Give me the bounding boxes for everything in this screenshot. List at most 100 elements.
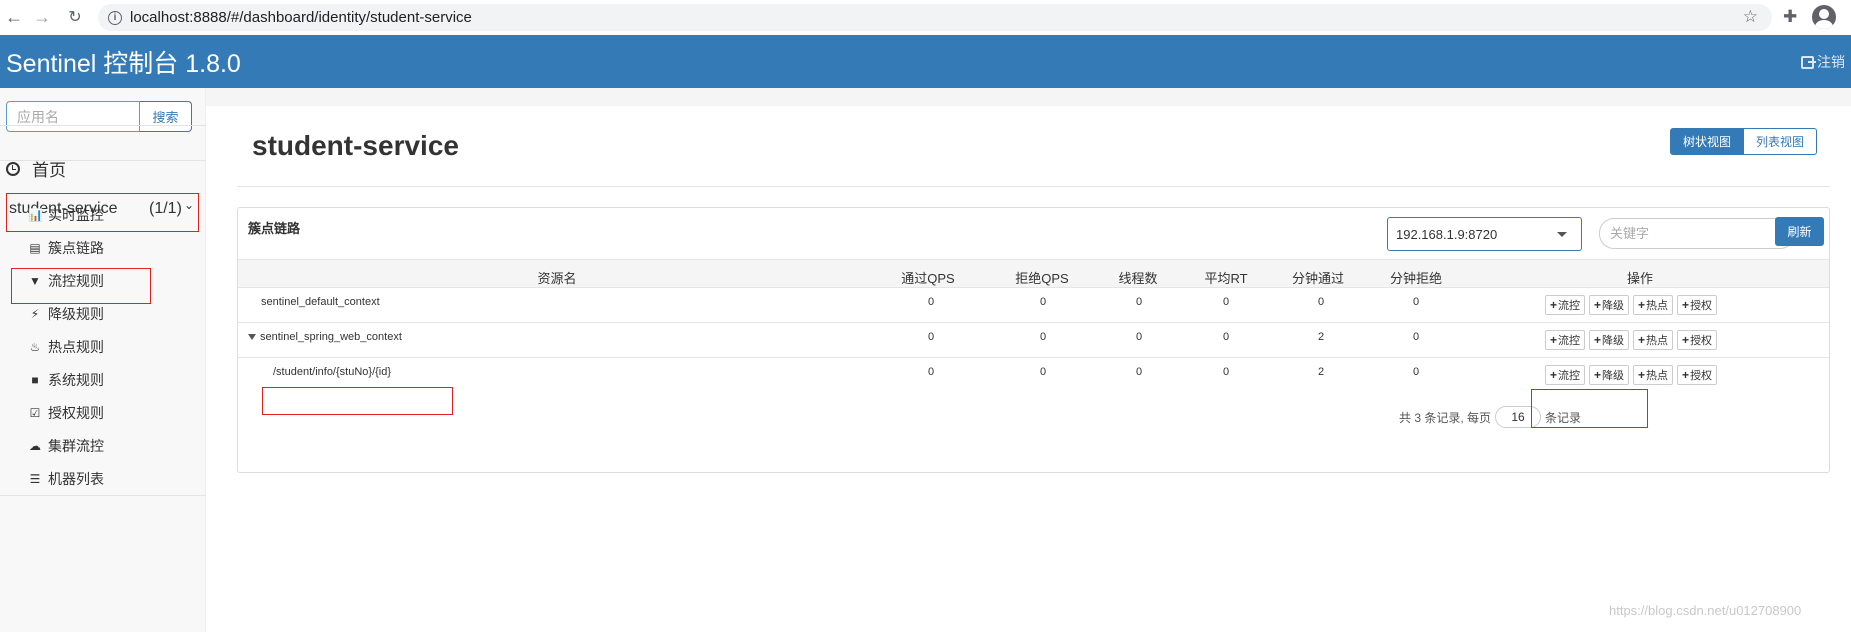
fire-icon: ♨ [29,340,41,354]
pager-prefix: 共 3 条记录, 每页 [1399,410,1492,425]
machine-value: 192.168.1.9:8720 [1396,226,1498,242]
add-hot-param-rule-button[interactable]: + 热点 [1633,365,1674,385]
add-flow-rule-button[interactable]: + 流控 [1545,365,1586,385]
row-actions: + 流控 + 降级 + 热点 + 授权 [1545,365,1718,385]
sidebar-item-system-rules[interactable]: ■ 系统规则 [28,370,104,390]
add-authority-rule-button[interactable]: + 授权 [1677,295,1718,315]
logout-link[interactable]: 注销 [1801,52,1845,72]
block-qps: 0 [1039,296,1047,308]
extensions-icon[interactable]: ✚ [1783,7,1797,27]
cloud-icon: ☁ [29,439,41,453]
info-icon[interactable]: i [108,10,122,25]
op-label: 流控 [1558,300,1581,312]
refresh-button[interactable]: 刷新 [1775,217,1824,246]
search-button[interactable]: 搜索 [140,101,192,132]
th-list-icon: ☰ [29,472,41,486]
op-label: 流控 [1558,370,1581,382]
sidebar-item-hot-param-rules[interactable]: ♨ 热点规则 [28,337,104,357]
menu-label: 簇点链路 [48,240,104,256]
add-authority-rule-button[interactable]: + 授权 [1677,365,1718,385]
sidebar-item-authority-rules[interactable]: ☑ 授权规则 [28,403,104,423]
highlight-box [6,193,199,232]
sidebar-item-machine-list[interactable]: ☰ 机器列表 [28,469,104,489]
minute-block: 0 [1412,296,1420,308]
view-toggle: 树状视图 列表视图 [1670,128,1818,155]
app-title[interactable]: Sentinel 控制台 1.8.0 [6,44,241,80]
panel-title: 簇点链路 [248,221,301,236]
browser-toolbar: ← → ↻ i localhost:8888/#/dashboard/ident… [0,0,1851,35]
minute-block: 0 [1412,366,1420,378]
keyword-input[interactable] [1599,218,1795,249]
minute-pass: 2 [1317,331,1325,343]
row-actions: + 流控 + 降级 + 热点 + 授权 [1545,295,1718,315]
sidebar-item-cluster-point-link[interactable]: ▤ 簇点链路 [28,238,104,258]
back-icon[interactable]: ← [2,5,26,29]
profile-avatar-icon[interactable] [1812,5,1836,29]
plus-icon: + [1682,368,1690,382]
table-header: 资源名 通过QPS 拒绝QPS 线程数 平均RT 分钟通过 分钟拒绝 操作 [238,259,1829,288]
divider [0,160,206,161]
plus-icon: + [1550,368,1558,382]
add-flow-rule-button[interactable]: + 流控 [1545,330,1586,350]
url-text[interactable]: localhost:8888/#/dashboard/identity/stud… [130,9,472,26]
add-authority-rule-button[interactable]: + 授权 [1677,330,1718,350]
divider [237,186,1830,187]
menu-label: 系统规则 [48,372,104,388]
reload-icon[interactable]: ↻ [63,5,87,29]
highlight-box [1531,389,1648,428]
avg-rt: 0 [1222,331,1230,343]
pass-qps: 0 [927,296,935,308]
list-view-button[interactable]: 列表视图 [1744,128,1818,155]
cluster-link-panel: 簇点链路 192.168.1.9:8720 刷新 资源名 通过QPS 拒绝QPS… [237,207,1830,473]
menu-label: 机器列表 [48,471,104,487]
op-label: 降级 [1602,370,1625,382]
block-qps: 0 [1039,366,1047,378]
thread-count: 0 [1135,296,1143,308]
resource-name-expandable[interactable]: sentinel_spring_web_context [248,331,402,343]
add-degrade-rule-button[interactable]: + 降级 [1589,295,1630,315]
resource-name: /student/info/{stuNo}/{id} [273,366,392,378]
pass-qps: 0 [927,366,935,378]
thread-count: 0 [1135,366,1143,378]
add-flow-rule-button[interactable]: + 流控 [1545,295,1586,315]
add-hot-param-rule-button[interactable]: + 热点 [1633,295,1674,315]
app-search-input[interactable] [6,101,140,132]
top-band [206,88,1851,106]
column-header: 拒绝QPS [1015,271,1069,286]
plus-icon: + [1594,298,1602,312]
column-header: 通过QPS [901,271,955,286]
plus-icon: + [1594,368,1602,382]
expand-triangle-icon[interactable] [248,334,256,340]
op-label: 流控 [1558,335,1581,347]
column-header: 平均RT [1204,271,1248,286]
plus-icon: + [1550,333,1558,347]
plus-icon: + [1682,333,1690,347]
forward-icon[interactable]: → [30,5,54,29]
add-degrade-rule-button[interactable]: + 降级 [1589,330,1630,350]
list-icon: ▤ [29,241,41,255]
machine-select[interactable]: 192.168.1.9:8720 [1387,217,1582,251]
sidebar-item-cluster-flow[interactable]: ☁ 集群流控 [28,436,104,456]
main-content: student-service 树状视图 列表视图 簇点链路 192.168.1… [206,88,1851,632]
flash-icon: ⚡ [30,307,40,321]
avg-rt: 0 [1222,366,1230,378]
app-header: Sentinel 控制台 1.8.0 注销 [0,35,1851,88]
op-label: 授权 [1690,335,1713,347]
tree-view-button[interactable]: 树状视图 [1670,128,1745,155]
address-bar[interactable]: i localhost:8888/#/dashboard/identity/st… [98,4,1772,31]
plus-icon: + [1638,298,1646,312]
bookmark-star-icon[interactable]: ☆ [1743,7,1758,27]
logout-label: 注销 [1817,54,1845,70]
pass-qps: 0 [927,331,935,343]
highlight-box [262,387,453,415]
op-label: 授权 [1690,300,1713,312]
sidebar-item-degrade-rules[interactable]: ⚡ 降级规则 [28,304,104,324]
divider [0,495,206,496]
table-row: /student/info/{stuNo}/{id} 0 0 0 0 2 0 +… [238,358,1829,393]
table-row: sentinel_spring_web_context 0 0 0 0 2 0 … [238,323,1829,358]
thread-count: 0 [1135,331,1143,343]
add-hot-param-rule-button[interactable]: + 热点 [1633,330,1674,350]
menu-label: 热点规则 [48,339,104,355]
add-degrade-rule-button[interactable]: + 降级 [1589,365,1630,385]
page-title: student-service [252,130,459,161]
